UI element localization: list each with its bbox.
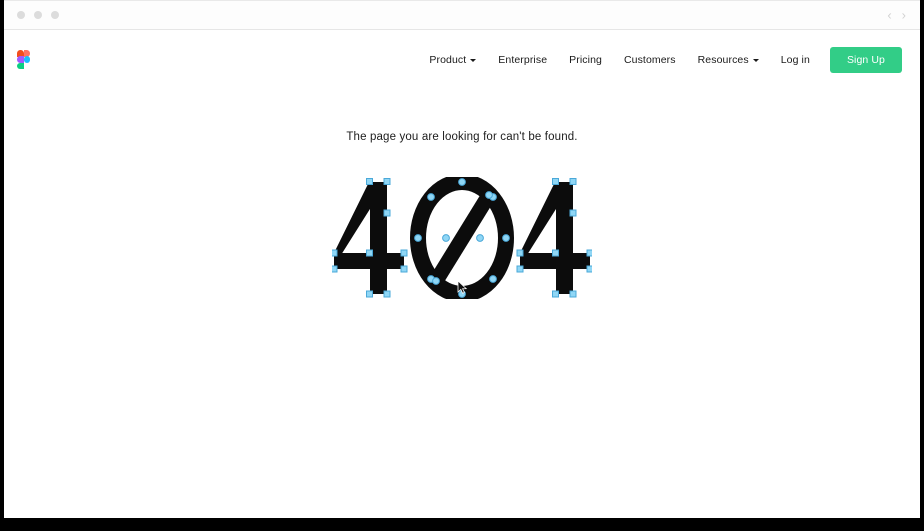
nav-item-enterprise[interactable]: Enterprise <box>487 48 558 72</box>
vector-anchor-point <box>586 249 592 257</box>
window-close-button[interactable] <box>17 11 25 19</box>
figma-logo[interactable] <box>17 50 30 70</box>
vector-anchor-point <box>400 265 408 273</box>
chevron-down-icon <box>470 59 477 62</box>
window-frame: ‹ › Product Enterprise Pricing Customers… <box>0 0 924 531</box>
glyph-four-left <box>334 182 404 294</box>
window-maximize-button[interactable] <box>51 11 59 19</box>
vector-anchor-point <box>552 249 559 257</box>
window-minimize-button[interactable] <box>34 11 42 19</box>
site-header: Product Enterprise Pricing Customers Res… <box>4 30 920 89</box>
vector-anchor-point <box>586 265 592 273</box>
vector-anchor-point <box>427 193 435 201</box>
nav-item-product[interactable]: Product <box>418 48 487 72</box>
nav-item-login[interactable]: Log in <box>770 48 821 72</box>
vector-anchor-point <box>489 275 497 283</box>
vector-anchor-point <box>569 290 577 298</box>
sign-up-button[interactable]: Sign Up <box>829 46 902 73</box>
vector-anchor-point <box>400 249 408 257</box>
nav-item-resources-label: Resources <box>697 53 749 66</box>
nav-item-customers[interactable]: Customers <box>613 48 687 72</box>
glyph-four-right <box>520 182 590 294</box>
browser-window: ‹ › Product Enterprise Pricing Customers… <box>4 0 920 518</box>
vector-anchor-point <box>366 290 373 298</box>
vector-anchor-point <box>516 249 524 257</box>
chevron-down-icon <box>752 59 759 62</box>
nav-item-pricing[interactable]: Pricing <box>558 48 613 72</box>
vector-anchor-point <box>476 234 484 242</box>
vector-anchor-point <box>383 178 391 185</box>
vector-anchor-point <box>332 265 338 273</box>
vector-anchor-point <box>485 191 493 199</box>
nav-item-product-label: Product <box>429 53 467 66</box>
vector-anchor-point <box>569 209 577 217</box>
page-body: The page you are looking for can't be fo… <box>4 89 920 518</box>
browser-titlebar: ‹ › <box>4 1 920 30</box>
figma-logo-segment-green <box>17 62 24 70</box>
vector-anchor-point <box>414 234 422 242</box>
figma-logo-segment-blue <box>23 56 30 63</box>
vector-anchor-point <box>432 277 440 285</box>
chevron-right-icon[interactable]: › <box>902 9 906 22</box>
primary-navigation: Product Enterprise Pricing Customers Res… <box>418 46 902 73</box>
error-code-404-vector-artwork[interactable] <box>332 177 592 299</box>
vector-anchor-point <box>552 178 559 185</box>
vector-anchor-point <box>366 249 373 257</box>
vector-anchor-point <box>502 234 510 242</box>
browser-navigation-arrows: ‹ › <box>887 9 906 22</box>
vector-anchor-point <box>458 178 466 186</box>
chevron-left-icon[interactable]: ‹ <box>887 9 891 22</box>
vector-anchor-point <box>552 290 559 298</box>
vector-anchor-point <box>442 234 450 242</box>
figma-logo-segment-purple <box>17 56 24 63</box>
vector-anchor-point <box>516 265 524 273</box>
vector-anchor-point <box>569 178 577 185</box>
vector-anchor-point <box>383 290 391 298</box>
vector-anchor-point <box>332 249 338 257</box>
window-traffic-lights <box>17 11 59 19</box>
nav-item-resources[interactable]: Resources <box>687 48 770 72</box>
vector-anchor-point <box>383 209 391 217</box>
not-found-message: The page you are looking for can't be fo… <box>346 131 578 143</box>
vector-anchor-point <box>366 178 373 185</box>
